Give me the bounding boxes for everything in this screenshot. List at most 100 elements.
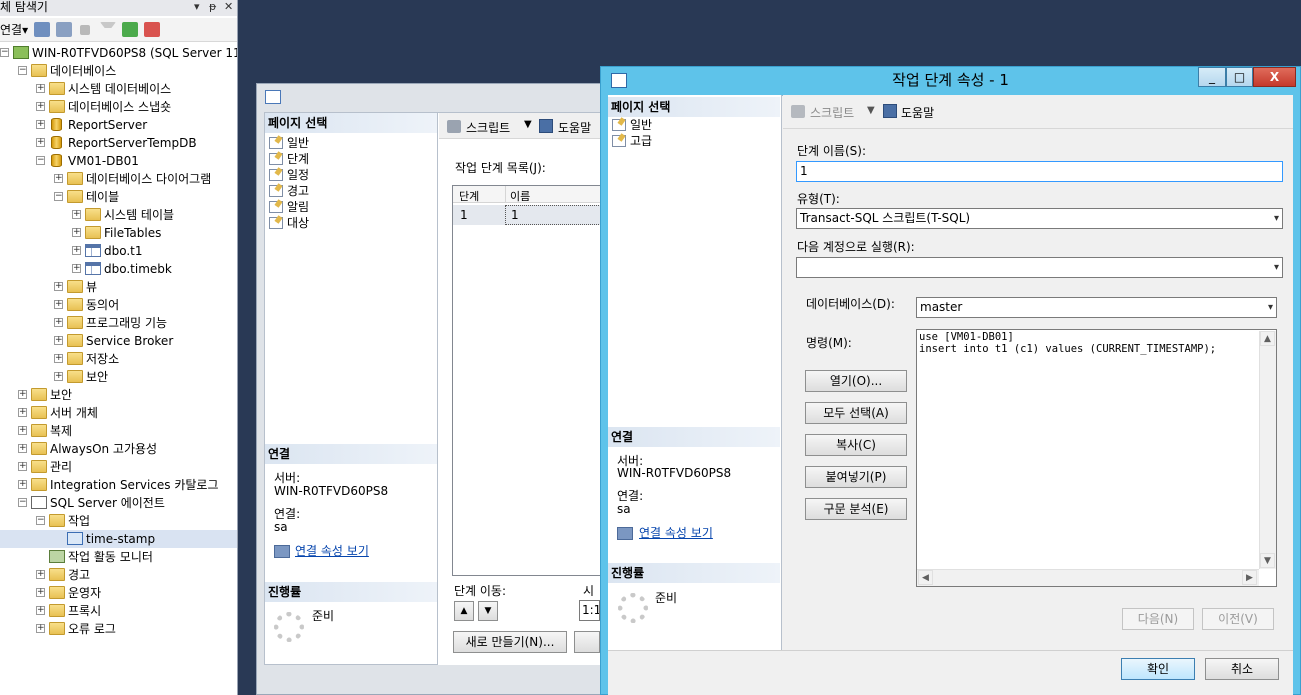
expand-icon[interactable]: + (36, 120, 45, 129)
tree-item[interactable]: + AlwaysOn 고가용성 (0, 440, 237, 458)
tree-item[interactable]: − 작업 (0, 512, 237, 530)
close-icon[interactable]: ✕ (224, 0, 233, 14)
tree-item[interactable]: − WIN-R0TFVD60PS8 (SQL Server 11.0.2 (0, 44, 237, 62)
expand-icon[interactable]: + (54, 300, 63, 309)
connect-icon[interactable] (34, 22, 50, 37)
expand-icon[interactable]: + (18, 462, 27, 471)
tree-item[interactable]: − SQL Server 에이전트 (0, 494, 237, 512)
expand-icon[interactable]: + (36, 102, 45, 111)
expand-icon[interactable]: + (36, 84, 45, 93)
expand-icon[interactable]: + (54, 282, 63, 291)
tree-item[interactable]: + 프록시 (0, 602, 237, 620)
tree-item[interactable]: 작업 활동 모니터 (0, 548, 237, 566)
expand-icon[interactable]: + (72, 246, 81, 255)
tree-item[interactable]: + ReportServerTempDB (0, 134, 237, 152)
tree-item[interactable]: + 복제 (0, 422, 237, 440)
type-select[interactable]: Transact-SQL 스크립트(T-SQL) ▾ (796, 208, 1283, 229)
select-all-button[interactable]: 모두 선택(A) (805, 402, 907, 424)
tree-item[interactable]: + 경고 (0, 566, 237, 584)
next-button[interactable]: 다음(N) (1122, 608, 1194, 630)
page-general[interactable]: 일반 (610, 117, 652, 133)
step-list-grid[interactable]: 단계 이름 1 1 (452, 185, 603, 576)
expand-icon[interactable]: + (54, 336, 63, 345)
tree-item[interactable]: + 저장소 (0, 350, 237, 368)
move-up-button[interactable]: ▲ (454, 601, 474, 621)
collapse-icon[interactable]: − (18, 498, 27, 507)
collapse-icon[interactable]: − (36, 156, 45, 165)
tree-item[interactable]: + 보안 (0, 368, 237, 386)
database-select[interactable]: master ▾ (916, 297, 1277, 318)
collapse-icon[interactable]: − (54, 192, 63, 201)
chevron-down-icon[interactable]: ▼ (867, 105, 875, 116)
scroll-up-icon[interactable]: ▲ (1260, 331, 1275, 346)
expand-icon[interactable]: + (36, 588, 45, 597)
page-advanced[interactable]: 고급 (610, 133, 652, 149)
move-down-button[interactable]: ▼ (478, 601, 498, 621)
close-button[interactable]: X (1253, 67, 1296, 87)
run-as-select[interactable]: ▾ (796, 257, 1283, 278)
command-horizontal-scrollbar[interactable]: ◀ ▶ (917, 569, 1259, 586)
expand-icon[interactable]: + (18, 408, 27, 417)
tree-item[interactable]: + 프로그래밍 기능 (0, 314, 237, 332)
tree-item[interactable]: − VM01-DB01 (0, 152, 237, 170)
scroll-left-icon[interactable]: ◀ (918, 570, 933, 585)
new-step-button[interactable]: 새로 만들기(N)... (453, 631, 567, 653)
tree-item[interactable]: + Integration Services 카탈로그 (0, 476, 237, 494)
expand-icon[interactable]: + (54, 372, 63, 381)
page-general[interactable]: 일반 (267, 135, 309, 151)
tree-item[interactable]: + 뷰 (0, 278, 237, 296)
pin-icon[interactable]: ᵽ (209, 0, 216, 14)
expand-icon[interactable]: + (36, 624, 45, 633)
tree-item[interactable]: + 시스템 테이블 (0, 206, 237, 224)
help-icon[interactable] (883, 104, 897, 118)
expand-icon[interactable]: + (36, 138, 45, 147)
tree-item[interactable]: + 시스템 데이터베이스 (0, 80, 237, 98)
stop-icon[interactable] (80, 25, 90, 35)
expand-icon[interactable]: + (54, 318, 63, 327)
parse-button[interactable]: 구문 분석(E) (805, 498, 907, 520)
tree-item[interactable]: − 데이터베이스 (0, 62, 237, 80)
expand-icon[interactable]: + (18, 426, 27, 435)
tree-item[interactable]: + ReportServer (0, 116, 237, 134)
filter-icon[interactable] (100, 22, 116, 37)
cancel-button[interactable]: 취소 (1205, 658, 1279, 680)
tree-item[interactable]: + 데이터베이스 다이어그램 (0, 170, 237, 188)
expand-icon[interactable]: + (72, 264, 81, 273)
page-steps[interactable]: 단계 (267, 151, 309, 167)
tree-item[interactable]: + 운영자 (0, 584, 237, 602)
page-notifications[interactable]: 알림 (267, 199, 309, 215)
open-button[interactable]: 열기(O)... (805, 370, 907, 392)
insert-step-button[interactable] (574, 631, 600, 653)
copy-button[interactable]: 복사(C) (805, 434, 907, 456)
scroll-right-icon[interactable]: ▶ (1242, 570, 1257, 585)
script-button[interactable]: 스크립트 (810, 104, 854, 121)
expand-icon[interactable]: + (72, 210, 81, 219)
collapse-icon[interactable]: − (18, 66, 27, 75)
step-name-input[interactable]: 1 (796, 161, 1283, 182)
expand-icon[interactable]: + (18, 444, 27, 453)
expand-icon[interactable]: + (18, 390, 27, 399)
minimize-button[interactable]: _ (1198, 67, 1226, 87)
help-icon[interactable] (539, 119, 553, 133)
page-alerts[interactable]: 경고 (267, 183, 309, 199)
paste-button[interactable]: 붙여넣기(P) (805, 466, 907, 488)
command-text[interactable]: use [VM01-DB01] insert into t1 (c1) valu… (919, 331, 1249, 355)
table-row[interactable]: 1 1 (453, 205, 603, 225)
dropdown-arrow-icon[interactable]: ▾ (194, 0, 200, 14)
tree-item[interactable]: − 테이블 (0, 188, 237, 206)
expand-icon[interactable]: + (36, 606, 45, 615)
start-step-combo[interactable]: 1:1 (579, 600, 600, 621)
script-button[interactable]: 스크립트 (466, 119, 510, 136)
expand-icon[interactable]: + (18, 480, 27, 489)
activity-icon[interactable] (144, 22, 160, 37)
page-targets[interactable]: 대상 (267, 215, 309, 231)
script-icon[interactable] (447, 120, 461, 133)
maximize-button[interactable]: □ (1226, 67, 1253, 87)
tree-item[interactable]: + 오류 로그 (0, 620, 237, 638)
prev-button[interactable]: 이전(V) (1202, 608, 1274, 630)
script-icon[interactable] (791, 105, 805, 118)
connect-button[interactable]: 연결▾ (0, 21, 28, 38)
tree-item-selected[interactable]: time-stamp (0, 530, 237, 548)
help-button[interactable]: 도움말 (558, 119, 591, 136)
expand-icon[interactable]: + (54, 174, 63, 183)
